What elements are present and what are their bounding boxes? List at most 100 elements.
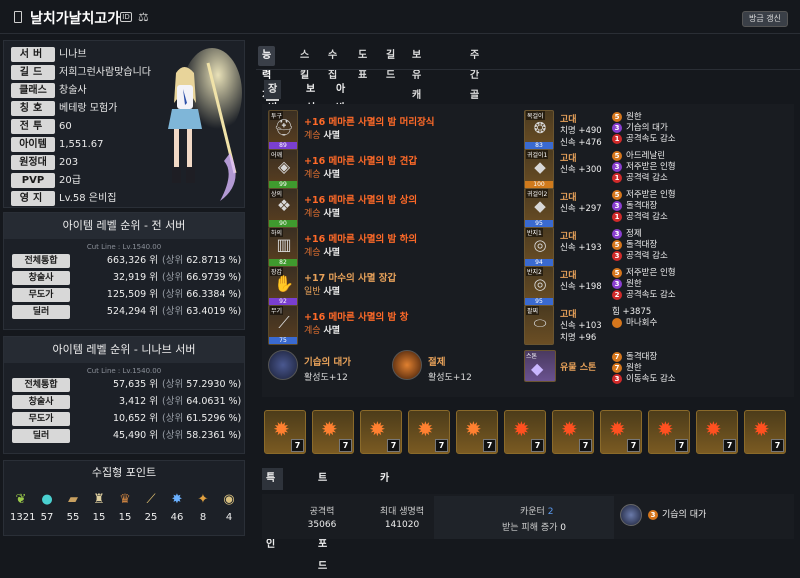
update-button[interactable]: 방금 갱신: [742, 11, 788, 27]
gem-slot[interactable]: ✹ 7: [408, 410, 450, 454]
tab-main[interactable]: 보유 캐릭터: [408, 46, 425, 141]
gem-slot[interactable]: ✹ 7: [648, 410, 690, 454]
collection-item[interactable]: ✸ 46: [166, 491, 188, 523]
profile-row-class: 클래스 창술사: [7, 83, 147, 99]
tab-sub[interactable]: 장비: [264, 80, 282, 114]
quality-bar: 100: [525, 181, 553, 188]
engraving-level-badge: 1: [612, 212, 622, 222]
equipment-set: 계승 사멸: [304, 326, 340, 336]
gem-slot[interactable]: ✹ 7: [552, 410, 594, 454]
collection-item[interactable]: ⟋ 25: [140, 491, 162, 523]
bracelet-engraving-icon[interactable]: [268, 350, 298, 380]
collection-item[interactable]: ♛ 15: [114, 491, 136, 523]
equipment-slot[interactable]: 어깨 ◈ 99: [268, 149, 298, 189]
equipment-name: +16 메마른 사멸의 밤 상의: [304, 195, 418, 206]
ability-stone-slot[interactable]: 스톤 ◆: [524, 350, 556, 382]
gem-slot[interactable]: ✹ 7: [456, 410, 498, 454]
engraving-level-badge: 3: [612, 374, 622, 384]
accessory-slot[interactable]: 목걸이 ❂ 83: [524, 110, 554, 150]
rank-label: 무도가: [12, 288, 70, 302]
mokoko-seed-icon: ❦: [15, 492, 27, 507]
engraving-level-badge: 3: [612, 229, 622, 239]
bookmark-icon[interactable]: [14, 11, 22, 23]
gem-slot[interactable]: ✹ 7: [696, 410, 738, 454]
scale-icon[interactable]: ⚖: [138, 10, 149, 24]
equipment-slot[interactable]: 하의 ▥ 82: [268, 227, 298, 267]
tab-sub[interactable]: 보석: [302, 80, 319, 114]
orpheus-star-icon: ✦: [197, 492, 209, 507]
accessory-slot[interactable]: 귀걸이2 ◆ 95: [524, 188, 554, 228]
equipment-icon: ❖: [276, 196, 292, 215]
gem-slot[interactable]: ✹ 7: [312, 410, 354, 454]
gem-slot[interactable]: ✹ 7: [600, 410, 642, 454]
engraving-line: 3 기습의 대가: [612, 123, 668, 133]
collection-item[interactable]: ❦ 1321: [10, 491, 35, 523]
profile-value[interactable]: 저희그런사람맞습니다: [59, 65, 151, 80]
hp-label: 최대 생명력: [379, 507, 425, 517]
accessory-icon: ◆: [534, 197, 546, 215]
attack-label: 공격력: [309, 507, 335, 517]
engraving-item[interactable]: 3 기습의 대가: [648, 510, 706, 520]
tab-bottom[interactable]: 카드: [376, 468, 393, 506]
tab-main[interactable]: 스킬: [296, 46, 313, 81]
engraving-level-badge: 5: [612, 268, 622, 278]
rank-value: 57,635 위: [112, 379, 158, 390]
accessory-stat: 신속 +297: [560, 204, 602, 214]
stone-name: 유물 스톤: [560, 363, 597, 373]
tab-main[interactable]: 길드: [382, 46, 399, 81]
engraving-level-badge: 7: [612, 352, 622, 362]
rank-value: 125,509 위: [106, 289, 158, 300]
tab-sub[interactable]: 아바타: [332, 80, 349, 133]
gem-slot[interactable]: ✹ 7: [744, 410, 786, 454]
equipment-slot[interactable]: 장갑 ✋ 92: [268, 266, 298, 306]
gem-level: 7: [435, 439, 448, 452]
engraving-level-badge: 3: [612, 251, 622, 261]
tab-main[interactable]: 수집: [324, 46, 341, 81]
tab-main[interactable]: 주간골드획득: [466, 46, 483, 161]
gem-level: 7: [483, 439, 496, 452]
gem-slot[interactable]: ✹ 7: [264, 410, 306, 454]
id-card-icon[interactable]: ID: [120, 12, 132, 22]
tab-bottom[interactable]: 특성/각인: [262, 468, 283, 550]
rank-percent: (상위 63.4019 %): [162, 306, 242, 317]
gem-icon: ✹: [273, 417, 290, 441]
tab-bottom[interactable]: 트라이포드: [314, 468, 331, 572]
profile-row-estate: 영지 Lv.58 은비집: [7, 191, 147, 207]
collection-item[interactable]: ▰ 55: [62, 491, 84, 523]
rank-label: 무도가: [12, 412, 70, 426]
rank-percent: (상위 58.2361 %): [162, 430, 242, 441]
equipment-slot[interactable]: 투구 ⛑ 89: [268, 110, 298, 150]
accessory-slot[interactable]: 팔찌 ⬭: [524, 305, 554, 345]
rank-label: 딜러: [12, 429, 70, 443]
collection-title: 수집형 포인트: [91, 466, 157, 479]
quality-bar: 94: [525, 259, 553, 266]
accessory-slot[interactable]: 귀걸이1 ◆ 100: [524, 149, 554, 189]
accessory-icon: ⬭: [533, 314, 547, 332]
collection-item[interactable]: ● 57: [36, 491, 58, 523]
tab-main[interactable]: 능력치: [258, 46, 276, 101]
rank-row: 무도가 10,652 위 (상위 61.5296 %): [4, 411, 244, 428]
tab-main[interactable]: 도표: [354, 46, 371, 81]
accessory-slot[interactable]: 반지1 ◎ 94: [524, 227, 554, 267]
collection-item[interactable]: ♜ 15: [88, 491, 110, 523]
giant-heart-icon: ✸: [171, 492, 183, 507]
engraving-level-badge: 1: [612, 134, 622, 144]
equipment-icon: ✋: [274, 274, 294, 293]
gem-level: 7: [291, 439, 304, 452]
collection-item[interactable]: ◉ 4: [218, 491, 240, 523]
gem-slot[interactable]: ✹ 7: [360, 410, 402, 454]
accessory-slot[interactable]: 반지2 ◎ 95: [524, 266, 554, 306]
equipment-slot[interactable]: 상의 ❖ 90: [268, 188, 298, 228]
engraving-level-badge: 5: [612, 190, 622, 200]
engraving-line: 3 이동속도 감소: [612, 374, 676, 384]
engraving-line: 3 돌격대장: [612, 201, 657, 211]
equipment-name: +16 메마른 사멸의 밤 하의: [304, 234, 418, 245]
collection-item[interactable]: ✦ 8: [192, 491, 214, 523]
quality-bar: 92: [269, 298, 297, 305]
special-engraving-icon[interactable]: [392, 350, 422, 380]
equipment-slot[interactable]: 무기 ⟋ 75: [268, 305, 298, 345]
quality-bar: 89: [269, 142, 297, 149]
profile-row-server: 서버 니나브: [7, 47, 147, 63]
stats-panel: 공격력 35066 최대 생명력 141020 카운터 2 받는 피해 증가 0…: [262, 494, 794, 539]
gem-slot[interactable]: ✹ 7: [504, 410, 546, 454]
